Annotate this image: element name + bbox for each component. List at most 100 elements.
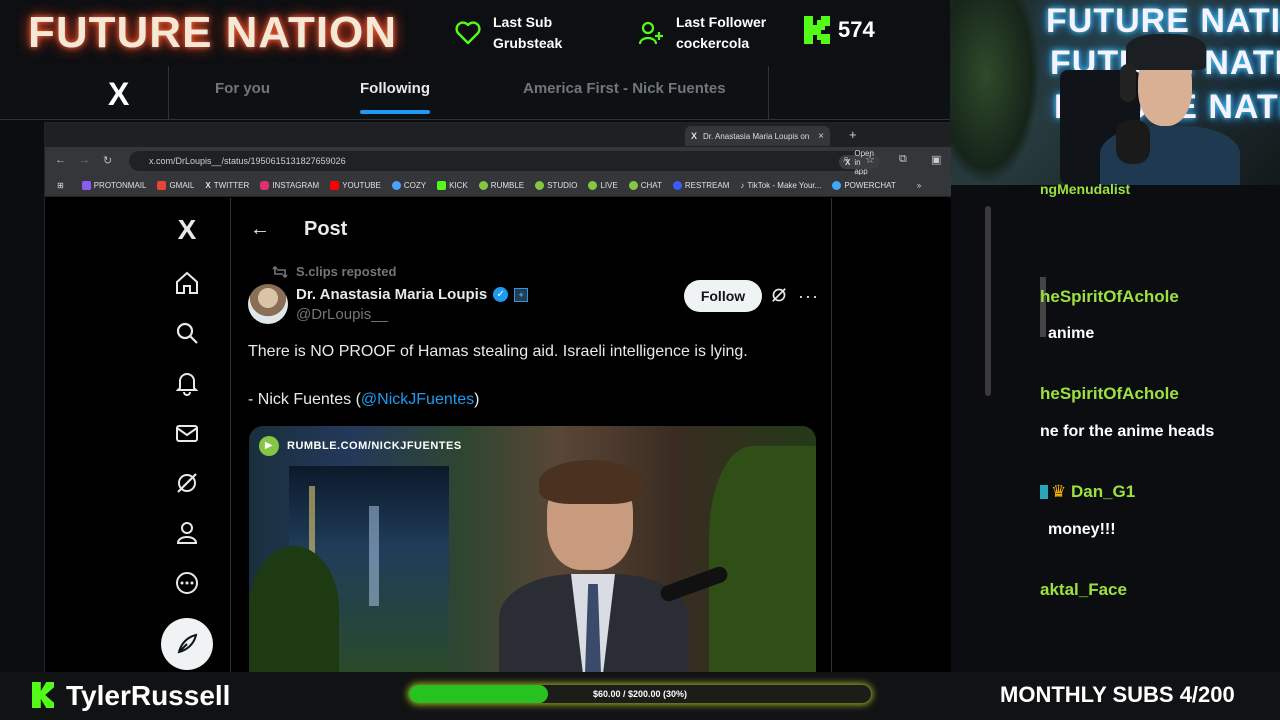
cam-microphone bbox=[1116, 120, 1150, 164]
follower-count-stat: 574 bbox=[804, 16, 875, 44]
follow-button[interactable]: Follow bbox=[684, 280, 762, 312]
reload-icon[interactable]: ↻ bbox=[103, 154, 112, 167]
bookmark-protonmail[interactable]: PROTONMAIL bbox=[81, 181, 146, 190]
bookmark-powerchat[interactable]: POWERCHAT bbox=[832, 181, 896, 190]
chat-message: ne for the anime heads bbox=[1040, 423, 1215, 440]
browser-toolbar: ← → ↻ x.com/DrLoupis__/status/1950615131… bbox=[45, 147, 951, 176]
bookmark-star-icon[interactable]: ☆ bbox=[865, 153, 875, 166]
address-bar[interactable]: x.com/DrLoupis__/status/1950615131827659… bbox=[129, 149, 880, 176]
bookmark-rumble[interactable]: RUMBLE bbox=[478, 181, 524, 190]
repost-context[interactable]: S.clips reposted bbox=[272, 264, 396, 279]
feather-icon bbox=[177, 633, 198, 654]
follower-count: 574 bbox=[838, 17, 875, 42]
post-column: ← Post S.clips reposted Dr. Anastasia Ma… bbox=[232, 198, 832, 673]
bookmark-tiktok[interactable]: ♪ TikTok - Make Your... bbox=[740, 181, 821, 190]
chat-scrollbar[interactable] bbox=[1040, 277, 1046, 337]
notifications-bell-icon[interactable] bbox=[173, 370, 201, 398]
bookmark-instagram[interactable]: INSTAGRAM bbox=[260, 181, 319, 190]
last-sub-name: Grubsteak bbox=[493, 35, 563, 51]
profile-icon[interactable] bbox=[173, 520, 201, 548]
grok-icon[interactable] bbox=[770, 286, 788, 309]
home-icon[interactable] bbox=[173, 270, 201, 298]
overlay-top-bar: FUTURE NATION Last Sub Grubsteak Last Fo… bbox=[0, 0, 950, 66]
mention-link[interactable]: @NickJFuentes bbox=[361, 391, 474, 408]
rumble-icon bbox=[628, 181, 638, 190]
repost-icon bbox=[272, 265, 288, 278]
bookmark-restream[interactable]: RESTREAM bbox=[672, 181, 730, 190]
add-user-icon bbox=[638, 21, 663, 45]
avatar[interactable] bbox=[248, 284, 288, 324]
post-attribution: - Nick Fuentes (@NickJFuentes) bbox=[248, 388, 479, 412]
x-logo-icon[interactable]: X bbox=[108, 76, 129, 113]
youtube-icon bbox=[330, 181, 340, 190]
zoom-icon[interactable]: ⌕ bbox=[843, 153, 849, 166]
tab-following[interactable]: Following bbox=[360, 80, 430, 97]
forward-arrow-icon[interactable]: → bbox=[79, 154, 90, 166]
bookmark-label: CHAT bbox=[640, 181, 662, 190]
rumble-icon bbox=[588, 181, 598, 190]
streamer-username: TylerRussell bbox=[66, 680, 231, 711]
bookmark-live[interactable]: LIVE bbox=[588, 181, 618, 190]
x-home-logo-icon[interactable]: X bbox=[173, 216, 201, 244]
last-follower-label: Last Follower bbox=[676, 14, 767, 30]
apps-grid-icon[interactable]: ⊞ bbox=[57, 181, 64, 190]
x-post-page: X ← Post S.clips reposted Dr. Anastasia … bbox=[45, 198, 951, 673]
bookmark-cozy[interactable]: COZY bbox=[391, 181, 426, 190]
bookmark-kick[interactable]: KICK bbox=[437, 181, 468, 190]
side-panel-icon[interactable]: ▣ bbox=[931, 153, 941, 166]
post-text: There is NO PROOF of Hamas stealing aid.… bbox=[248, 343, 748, 360]
last-sub-stat: Last Sub Grubsteak bbox=[455, 12, 562, 54]
author-handle[interactable]: @DrLoupis__ bbox=[296, 306, 388, 323]
powerchat-icon bbox=[832, 181, 842, 190]
tiktok-icon: ♪ bbox=[740, 181, 745, 190]
messages-envelope-icon[interactable] bbox=[173, 420, 201, 448]
bookmarks-overflow-icon[interactable]: » bbox=[917, 181, 921, 190]
divider bbox=[768, 66, 769, 120]
rumble-icon bbox=[478, 181, 488, 190]
more-options-icon[interactable]: ··· bbox=[798, 286, 819, 307]
bookmark-studio[interactable]: STUDIO bbox=[535, 181, 577, 190]
page-scrollbar[interactable] bbox=[985, 206, 991, 396]
tab-for-you[interactable]: For you bbox=[215, 80, 270, 97]
new-tab-button[interactable]: + bbox=[849, 127, 857, 142]
back-arrow-icon[interactable]: ← bbox=[55, 154, 66, 166]
extensions-icon[interactable]: ⧉ bbox=[899, 153, 907, 166]
author-name-text: Dr. Anastasia Maria Loupis bbox=[296, 286, 488, 303]
monthly-subs-counter: MONTHLY SUBS 4/200 bbox=[1000, 682, 1235, 707]
browser-tab[interactable]: X Dr. Anastasia Maria Loupis on × bbox=[685, 126, 830, 146]
video-watermark: ▶ RUMBLE.COM/NICKJFUENTES bbox=[259, 436, 462, 456]
bookmark-gmail[interactable]: GMAIL bbox=[157, 181, 194, 190]
grok-icon[interactable] bbox=[173, 470, 201, 498]
webcam-feed: FUTURE NATION FUTURE NATION FUTURE NATIO… bbox=[950, 0, 1280, 185]
repost-label: S.clips reposted bbox=[296, 264, 397, 279]
bookmark-chat[interactable]: CHAT bbox=[628, 181, 662, 190]
close-tab-icon[interactable]: × bbox=[818, 131, 824, 142]
bookmark-youtube[interactable]: YOUTUBE bbox=[330, 181, 381, 190]
bookmark-label: KICK bbox=[449, 181, 468, 190]
chat-message: anime bbox=[1048, 325, 1095, 342]
last-sub-label: Last Sub bbox=[493, 14, 553, 30]
bookmark-label: RESTREAM bbox=[684, 181, 730, 190]
stream-screen: FUTURE NATION FUTURE NATION FUTURE NATIO… bbox=[0, 0, 1280, 720]
cam-headset bbox=[1120, 64, 1136, 102]
gmail-icon bbox=[157, 181, 167, 190]
x-icon: X bbox=[205, 181, 211, 190]
chat-username: Dan_G1 bbox=[1070, 482, 1136, 501]
bookmark-label: LIVE bbox=[600, 181, 618, 190]
subscriber-badge-icon bbox=[1040, 485, 1048, 499]
bookmark-twitter[interactable]: X TWITTER bbox=[205, 181, 249, 190]
search-icon[interactable] bbox=[173, 320, 201, 348]
video-plant bbox=[249, 546, 339, 673]
back-arrow-icon[interactable]: ← bbox=[250, 218, 270, 241]
tab-america-first[interactable]: America First - Nick Fuentes bbox=[523, 80, 726, 97]
author-name[interactable]: Dr. Anastasia Maria Loupis ✓ ✦ bbox=[296, 286, 529, 303]
kick-icon bbox=[437, 181, 447, 190]
bookmark-label: TWITTER bbox=[213, 181, 250, 190]
more-options-circle-icon[interactable] bbox=[173, 570, 201, 598]
post-video[interactable]: ▶ RUMBLE.COM/NICKJFUENTES bbox=[249, 426, 816, 673]
speaker-hair bbox=[539, 460, 643, 504]
video-light bbox=[369, 506, 379, 606]
rumble-icon bbox=[535, 181, 545, 190]
compose-post-button[interactable] bbox=[161, 618, 213, 670]
chat-username-row: ♛ Dan_G1 bbox=[1040, 482, 1135, 502]
